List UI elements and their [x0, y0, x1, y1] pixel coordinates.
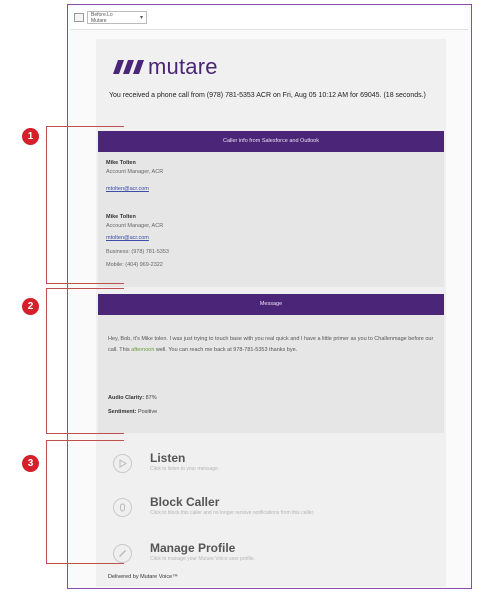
block-caller-subtitle: Click to block this caller and no longer… — [150, 510, 315, 516]
logo-text: mutare — [148, 54, 218, 79]
callout-marker-3: 3 — [22, 455, 39, 472]
block-caller-action[interactable]: Block Caller Click to block this caller … — [106, 495, 426, 525]
email-client-frame: Before.Lo Mutare ▾ mutare You received a… — [67, 4, 472, 589]
message-card: Hey, Bob, it's Mike tolen. I was just tr… — [98, 315, 444, 433]
client-toolbar: Before.Lo Mutare ▾ — [70, 7, 468, 30]
block-caller-title[interactable]: Block Caller — [150, 495, 219, 509]
caller-info-card: Mike Tolten Account Manager, ACR mtolten… — [98, 152, 444, 287]
sentiment-value: Positive — [137, 409, 158, 415]
manage-profile-subtitle: Click to manage your Mutare Voice user p… — [150, 556, 256, 562]
listen-subtitle: Click to listen to your message. — [150, 466, 220, 472]
view-select[interactable]: Before.Lo Mutare ▾ — [87, 11, 147, 24]
callout-marker-2: 2 — [22, 298, 39, 315]
message-transcript: Hey, Bob, it's Mike tolen. I was just tr… — [108, 334, 438, 355]
callout-marker-1: 1 — [22, 128, 39, 145]
caller-info-header: Caller info from Salesforce and Outlook — [98, 131, 444, 152]
callout-bracket-3 — [46, 440, 124, 564]
call-summary: You received a phone call from (978) 781… — [109, 92, 426, 99]
callout-bracket-2 — [46, 288, 124, 434]
audio-clarity-value: 87% — [145, 395, 157, 401]
manage-profile-action[interactable]: Manage Profile Click to manage your Muta… — [106, 541, 426, 571]
listen-title[interactable]: Listen — [150, 451, 185, 465]
footer-text: Delivered by Mutare Voice™ — [108, 574, 178, 580]
transcript-text: well. You can reach me back at 978-781-5… — [154, 346, 298, 353]
mutare-logo: mutare — [113, 54, 218, 79]
transcript-highlight: afternoon — [131, 346, 155, 353]
mutare-slashes-icon — [113, 60, 144, 74]
message-header: Message — [98, 294, 444, 315]
view-select-line2: Mutare — [91, 18, 107, 24]
listen-action[interactable]: Listen Click to listen to your message. — [106, 451, 426, 481]
manage-profile-title[interactable]: Manage Profile — [150, 541, 235, 555]
view-icon[interactable] — [74, 13, 84, 22]
callout-bracket-1 — [46, 126, 124, 284]
email-body: mutare You received a phone call from (9… — [96, 39, 446, 587]
chevron-down-icon: ▾ — [139, 15, 143, 21]
